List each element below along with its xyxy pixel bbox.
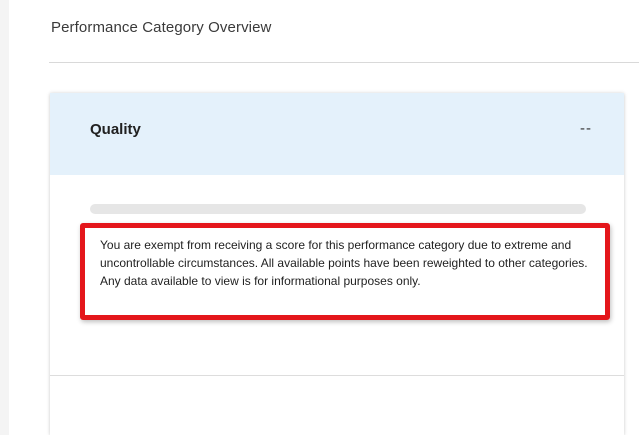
score-progress-bar — [90, 204, 586, 214]
card-divider — [50, 375, 624, 376]
page-title: Performance Category Overview — [51, 19, 272, 36]
category-card-header[interactable]: Quality -- — [50, 93, 624, 175]
category-name: Quality — [90, 121, 141, 138]
category-score: -- — [580, 120, 592, 137]
title-divider — [49, 62, 639, 63]
page-panel: Performance Category Overview Quality --… — [9, 0, 639, 435]
exemption-message: You are exempt from receiving a score fo… — [100, 238, 588, 289]
quality-category-card: Quality -- You are exempt from receiving… — [50, 93, 624, 435]
